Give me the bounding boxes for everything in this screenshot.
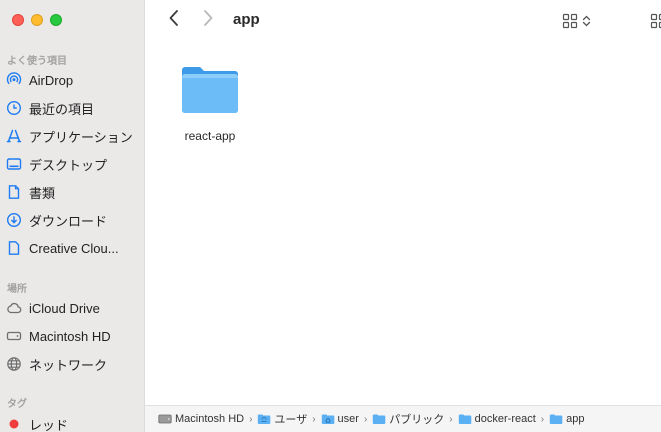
sidebar-item-applications[interactable]: アプリケーション [6, 123, 140, 149]
cloud-icon [6, 300, 22, 316]
back-button[interactable] [165, 9, 183, 32]
path-separator: › [363, 413, 368, 425]
toolbar: app [145, 0, 661, 42]
view-options-button[interactable] [562, 13, 591, 34]
folder-icon [372, 413, 386, 425]
folder-item[interactable]: react-app [167, 64, 253, 143]
sidebar-item-downloads[interactable]: ダウンロード [6, 207, 140, 233]
path-crumb-label: Macintosh HD [175, 413, 245, 425]
folder-icon [179, 64, 241, 121]
window-title: app [233, 11, 260, 28]
document-icon [6, 184, 22, 200]
sidebar-item-label: 最近の項目 [29, 101, 95, 117]
path-crumb-app[interactable]: app [549, 413, 584, 425]
sidebar-item-label: アプリケーション [29, 129, 133, 145]
sidebar-item-creative-cloud[interactable]: Creative Clou... [6, 235, 140, 261]
hard-drive-icon [6, 328, 22, 344]
folder-name: react-app [184, 129, 236, 143]
desktop-icon [6, 156, 22, 172]
sidebar-item-label: デスクトップ [29, 157, 108, 173]
file-icon [6, 240, 22, 256]
sidebar-item-label: 書類 [29, 185, 56, 201]
close-button[interactable] [12, 14, 24, 26]
sidebar-item-recents[interactable]: 最近の項目 [6, 95, 140, 121]
path-separator: › [312, 413, 316, 425]
zoom-button[interactable] [50, 14, 62, 26]
sidebar-item-documents[interactable]: 書類 [6, 179, 140, 205]
sidebar-item-label: AirDrop [29, 72, 74, 88]
sidebar-item-tag-red[interactable]: レッド [6, 411, 140, 432]
path-crumb-label: ユーザ [274, 414, 308, 426]
applications-icon [6, 128, 22, 144]
sidebar-item-icloud-drive[interactable]: iCloud Drive [6, 295, 140, 321]
sidebar-item-network[interactable]: ネットワーク [6, 351, 140, 377]
hard-drive-icon [158, 413, 172, 425]
sidebar: よく使う項目 AirDrop 最近の項目 アプリケーション デスクトップ 書類 … [0, 0, 145, 432]
file-browser-content: react-app [145, 42, 661, 405]
folder-icon [458, 413, 472, 425]
group-button[interactable] [650, 13, 661, 34]
finder-window: よく使う項目 AirDrop 最近の項目 アプリケーション デスクトップ 書類 … [0, 0, 661, 432]
path-crumb-label: app [566, 413, 585, 425]
folder-icon [257, 413, 271, 425]
group-icon [650, 13, 661, 33]
sidebar-item-airdrop[interactable]: AirDrop [6, 67, 140, 93]
download-icon [6, 212, 22, 228]
path-separator: › [449, 413, 453, 425]
sidebar-item-label: iCloud Drive [29, 300, 100, 316]
sidebar-item-label: レッド [29, 417, 69, 432]
sidebar-item-label: Macintosh HD [29, 328, 111, 344]
sidebar-item-label: ネットワーク [29, 357, 108, 373]
forward-button[interactable] [199, 9, 217, 32]
clock-icon [6, 100, 22, 116]
path-crumb-macintosh-hd[interactable]: Macintosh HD [158, 413, 244, 425]
chevron-left-icon [168, 9, 180, 32]
sidebar-item-label: ダウンロード [29, 213, 108, 229]
path-crumb-label: パブリック [389, 414, 445, 426]
chevron-right-icon [202, 9, 214, 32]
network-icon [6, 356, 22, 372]
minimize-button[interactable] [31, 14, 43, 26]
airdrop-icon [6, 72, 22, 88]
path-crumb-docker-react[interactable]: docker-react [458, 413, 536, 425]
path-bar: Macintosh HD › ユーザ › user › パブリック › dock… [145, 405, 661, 432]
sidebar-item-macintosh-hd[interactable]: Macintosh HD [6, 323, 140, 349]
sidebar-item-label: Creative Clou... [29, 240, 119, 256]
folder-icon [549, 413, 563, 425]
window-controls [12, 14, 62, 26]
home-folder-icon [321, 413, 335, 425]
path-separator: › [249, 413, 253, 425]
sidebar-item-desktop[interactable]: デスクトップ [6, 151, 140, 177]
favorites-section-title: よく使う項目 [7, 56, 67, 67]
grid-view-icon [562, 13, 578, 34]
path-crumb-label: docker-react [474, 413, 536, 425]
path-crumb-user[interactable]: user [321, 413, 359, 425]
locations-section-title: 場所 [7, 284, 27, 295]
tags-section-title: タグ [7, 399, 27, 410]
path-crumb-public[interactable]: パブリック [372, 411, 444, 427]
path-separator: › [540, 413, 545, 425]
tag-dot-icon [6, 416, 22, 432]
chevron-updown-icon [582, 14, 591, 33]
path-crumb-label: user [337, 413, 359, 425]
path-crumb-users[interactable]: ユーザ [257, 411, 307, 427]
